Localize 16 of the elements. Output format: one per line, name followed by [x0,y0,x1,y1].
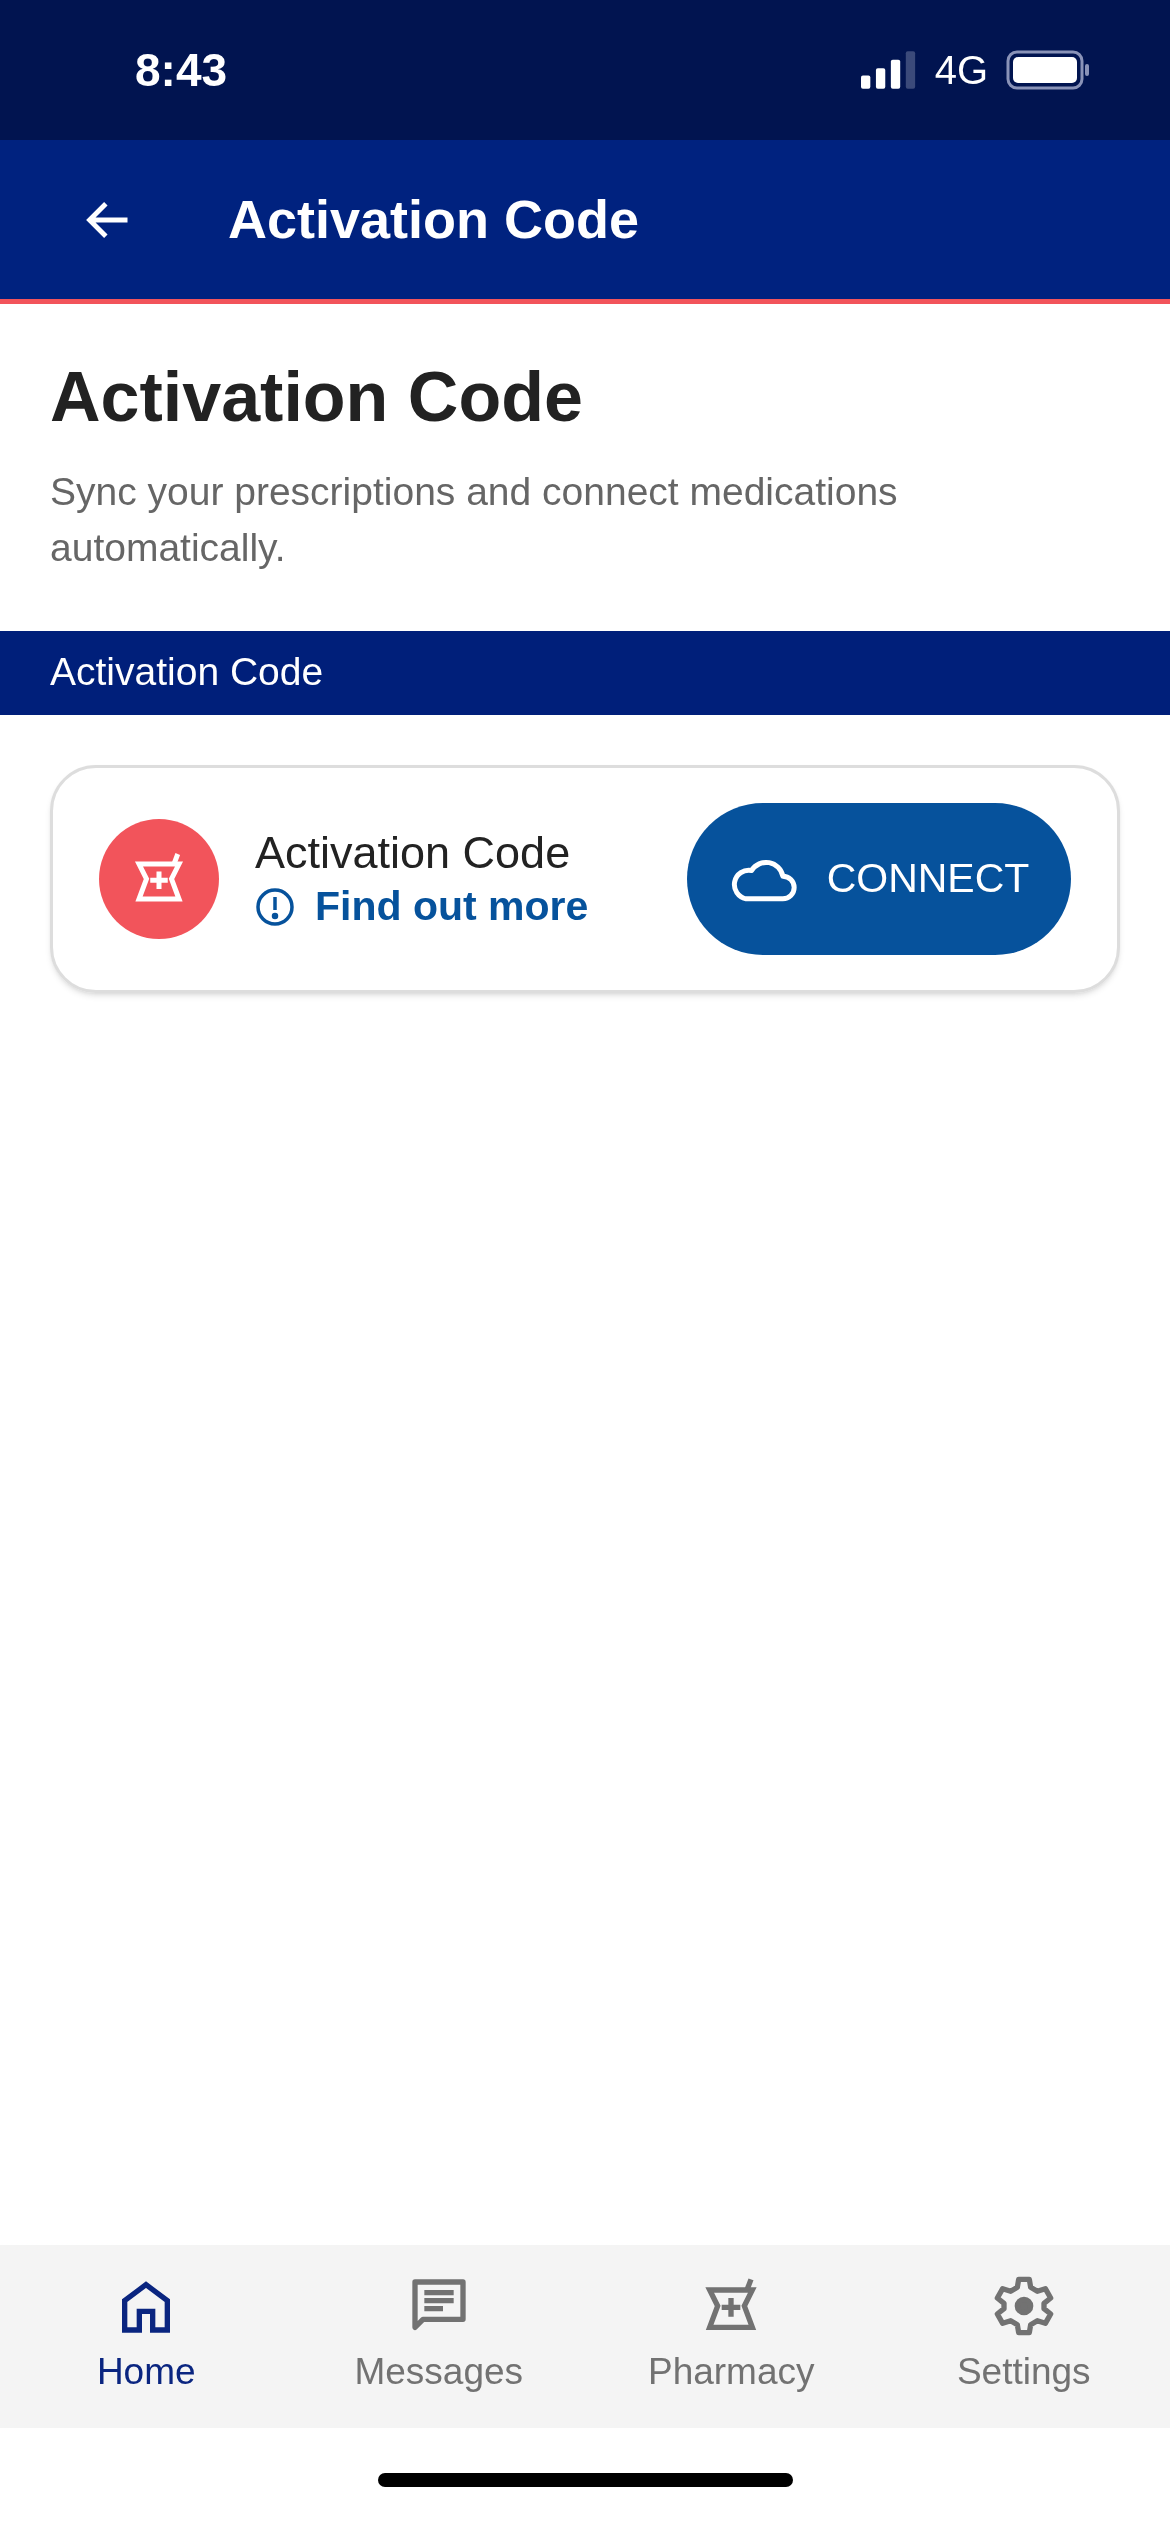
tab-item[interactable]: Messages [292,2245,585,2428]
status-time: 8:43 [135,42,228,98]
tab-item[interactable]: Home [0,2245,293,2428]
page-description: Sync your prescriptions and connect medications automatically. [50,468,899,571]
battery-icon [1006,50,1090,90]
network-label: 4G [934,47,988,94]
header-title: Activation Code [228,188,640,251]
tab-item[interactable]: Settings [877,2245,1170,2428]
find-out-more-link[interactable]: Find out more [255,881,589,933]
card-title: Activation Code [255,825,572,880]
info-icon [255,886,295,927]
page-title: Activation Code [50,357,584,438]
tab-item[interactable]: Pharmacy [585,2245,878,2428]
connect-button[interactable]: CONNECT [687,802,1071,955]
signal-icon [860,51,917,89]
section-title: Activation Code [50,649,324,696]
